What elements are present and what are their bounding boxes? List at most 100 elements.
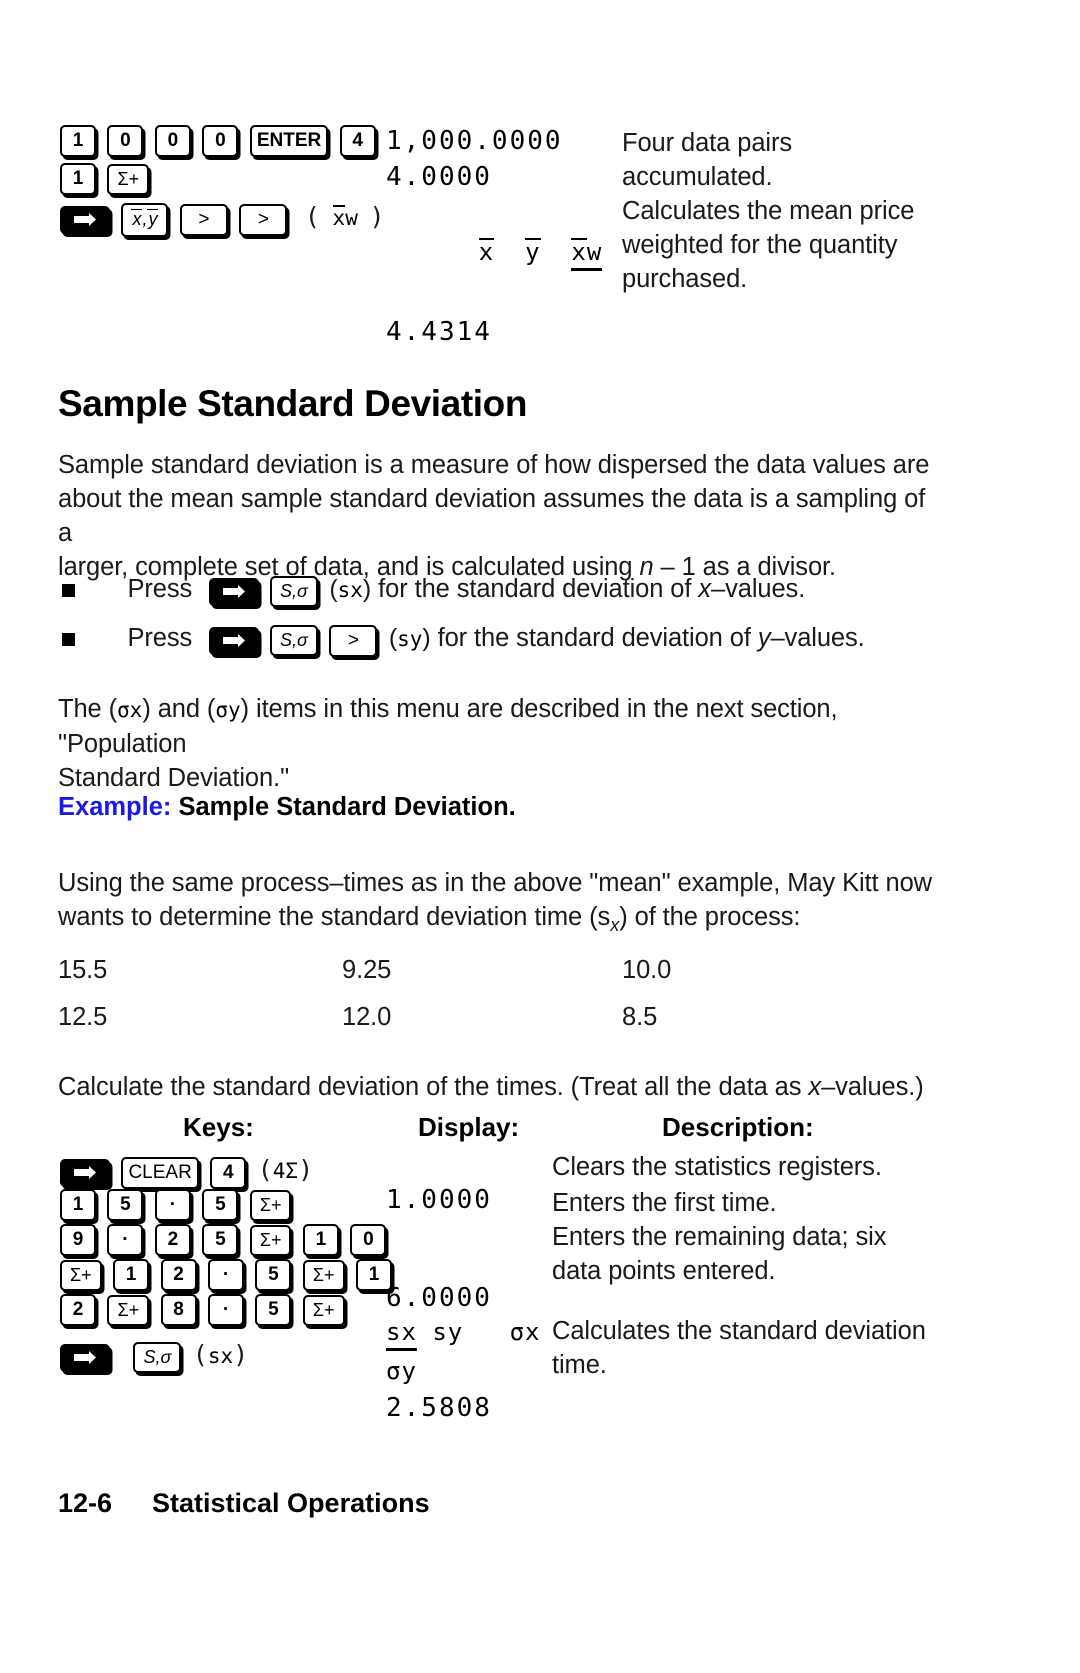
table-row: S,σ (sx) bbox=[60, 1340, 399, 1374]
key-xbar-ybar[interactable]: x,y bbox=[121, 202, 169, 237]
example-heading: Example: Sample Standard Deviation. bbox=[58, 793, 516, 822]
shift-key-icon[interactable] bbox=[60, 1158, 110, 1187]
bullet-item-sy: Press S,σ > (sy) for the standard deviat… bbox=[62, 621, 865, 658]
key-5[interactable]: 5 bbox=[202, 1189, 239, 1221]
key-clear[interactable]: CLEAR bbox=[121, 1156, 199, 1189]
footer-page-number: 12-6 bbox=[58, 1488, 113, 1518]
key-sigma-plus[interactable]: Σ+ bbox=[107, 163, 150, 195]
menu-item-xbarw-selected: xw bbox=[571, 238, 603, 271]
key-s-sigma[interactable]: S,σ bbox=[133, 1342, 182, 1374]
footer-chapter: Statistical Operations bbox=[152, 1488, 430, 1518]
key-sigma-plus[interactable]: Σ+ bbox=[249, 1189, 292, 1221]
top-example-description: Four data pairs accumulated. Calculates … bbox=[622, 126, 942, 296]
menu-item-sx-selected: sx bbox=[386, 1318, 417, 1351]
table-display-column-2: 6.0000 bbox=[386, 1283, 492, 1313]
data-cell: 8.5 bbox=[622, 1003, 658, 1031]
description-line: purchased. bbox=[622, 265, 748, 293]
key-right-arrow[interactable]: > bbox=[329, 624, 378, 657]
data-cell: 12.5 bbox=[58, 1003, 108, 1031]
key-sigma-plus[interactable]: Σ+ bbox=[60, 1259, 102, 1291]
key-sigma-plus[interactable]: Σ+ bbox=[107, 1294, 150, 1326]
key-2[interactable]: 2 bbox=[60, 1294, 96, 1326]
key-row: 1 0 0 0 ENTER 4 bbox=[60, 125, 385, 160]
menu-item-xbar: x bbox=[478, 238, 495, 266]
key-0[interactable]: 0 bbox=[202, 125, 239, 157]
bullet-item-sx: Press S,σ (sx) for the standard deviatio… bbox=[62, 572, 805, 608]
intro-line: Sample standard deviation is a measure o… bbox=[58, 451, 930, 479]
shift-key-icon[interactable] bbox=[208, 577, 259, 606]
description-line: weighted for the quantity bbox=[622, 231, 898, 259]
key-1[interactable]: 1 bbox=[60, 163, 96, 195]
key-4[interactable]: 4 bbox=[339, 125, 376, 157]
description-line: Calculates the standard deviation bbox=[552, 1317, 926, 1345]
data-cell: 15.5 bbox=[58, 956, 108, 984]
display-line: 4.0000 bbox=[386, 162, 492, 192]
key-1[interactable]: 1 bbox=[113, 1259, 150, 1291]
description-line: Clears the statistics registers. bbox=[552, 1153, 882, 1181]
display-value: 6.0000 bbox=[386, 1283, 492, 1313]
document-page: 1 0 0 0 ENTER 4 1 Σ+ x,y > > ( xw) 1,00… bbox=[0, 0, 1080, 1673]
page-title: Sample Standard Deviation bbox=[58, 383, 528, 424]
data-row: 15.5 9.25 10.0 bbox=[58, 953, 958, 1000]
display-result: 2.5808 bbox=[386, 1393, 492, 1423]
key-5[interactable]: 5 bbox=[255, 1259, 292, 1291]
table-row: 2 Σ+ 8 · 5 Σ+ bbox=[60, 1294, 399, 1328]
display-result: 4.4314 bbox=[386, 317, 492, 347]
key-5[interactable]: 5 bbox=[202, 1224, 239, 1256]
top-example-display: 1,000.0000 4.0000 x y xw 4.4314 bbox=[386, 126, 603, 347]
display-menu-line2: σy bbox=[386, 1357, 417, 1385]
key-decimal-point[interactable]: · bbox=[208, 1294, 244, 1326]
key-4[interactable]: 4 bbox=[210, 1156, 247, 1189]
key-1[interactable]: 1 bbox=[60, 1189, 96, 1221]
key-9[interactable]: 9 bbox=[60, 1224, 96, 1256]
key-decimal-point[interactable]: · bbox=[208, 1259, 244, 1291]
note-line: Standard Deviation." bbox=[58, 764, 290, 792]
key-0[interactable]: 0 bbox=[107, 125, 144, 157]
key-s-sigma[interactable]: S,σ bbox=[270, 576, 318, 608]
key-8[interactable]: 8 bbox=[160, 1294, 197, 1326]
key-1[interactable]: 1 bbox=[302, 1224, 339, 1256]
key-row: 1 Σ+ bbox=[60, 163, 385, 198]
description-line: accumulated. bbox=[622, 163, 773, 191]
example-data-table: 15.5 9.25 10.0 12.5 12.0 8.5 bbox=[58, 953, 958, 1042]
display-value: 1.0000 bbox=[386, 1185, 492, 1215]
example-intro-line: Using the same process–times as in the a… bbox=[58, 869, 932, 897]
key-0[interactable]: 0 bbox=[154, 125, 191, 157]
key-2[interactable]: 2 bbox=[154, 1224, 191, 1256]
shift-key-icon[interactable] bbox=[60, 205, 110, 234]
section-intro: Sample standard deviation is a measure o… bbox=[58, 448, 938, 584]
key-right-arrow[interactable]: > bbox=[179, 203, 228, 236]
shift-key-icon[interactable] bbox=[60, 1343, 110, 1372]
key-2[interactable]: 2 bbox=[160, 1259, 197, 1291]
table-final-display: sx sy σx σy 2.5808 bbox=[386, 1318, 541, 1423]
shift-key-icon[interactable] bbox=[208, 626, 259, 655]
bullet-tail: (sy) for the standard deviation of y–val… bbox=[388, 624, 865, 652]
bullet-keys: S,σ > bbox=[208, 624, 389, 657]
key-5[interactable]: 5 bbox=[255, 1294, 292, 1326]
key-s-sigma[interactable]: S,σ bbox=[270, 625, 318, 657]
key-decimal-point[interactable]: · bbox=[154, 1189, 191, 1221]
key-sigma-plus[interactable]: Σ+ bbox=[249, 1224, 292, 1256]
table-row: 9 · 2 5 Σ+ 1 0 bbox=[60, 1224, 399, 1258]
key-5[interactable]: 5 bbox=[107, 1189, 144, 1221]
table-display-column: 1.0000 bbox=[386, 1185, 492, 1215]
table-description-final: Calculates the standard deviation time. bbox=[552, 1314, 952, 1382]
intro-line: about the mean sample standard deviation… bbox=[58, 485, 926, 547]
bullet-marker-icon bbox=[62, 584, 75, 598]
key-0[interactable]: 0 bbox=[350, 1224, 387, 1256]
data-row: 12.5 12.0 8.5 bbox=[58, 1000, 958, 1042]
table-row: CLEAR 4 (4Σ) bbox=[60, 1155, 399, 1189]
key-sigma-plus[interactable]: Σ+ bbox=[302, 1259, 345, 1291]
section-note: The (σx) and (σy) items in this menu are… bbox=[58, 692, 958, 795]
key-sigma-plus[interactable]: Σ+ bbox=[302, 1294, 345, 1326]
display-menu: sx sy σx bbox=[386, 1318, 541, 1351]
description-line: time. bbox=[552, 1351, 607, 1379]
data-cell: 10.0 bbox=[622, 956, 672, 984]
example-intro: Using the same process–times as in the a… bbox=[58, 866, 958, 942]
key-right-arrow[interactable]: > bbox=[239, 203, 288, 236]
key-enter[interactable]: ENTER bbox=[249, 125, 329, 157]
key-decimal-point[interactable]: · bbox=[107, 1224, 144, 1256]
display-line: 1,000.0000 bbox=[386, 126, 563, 156]
example-title: Sample Standard Deviation. bbox=[178, 793, 516, 821]
key-1[interactable]: 1 bbox=[60, 125, 96, 157]
